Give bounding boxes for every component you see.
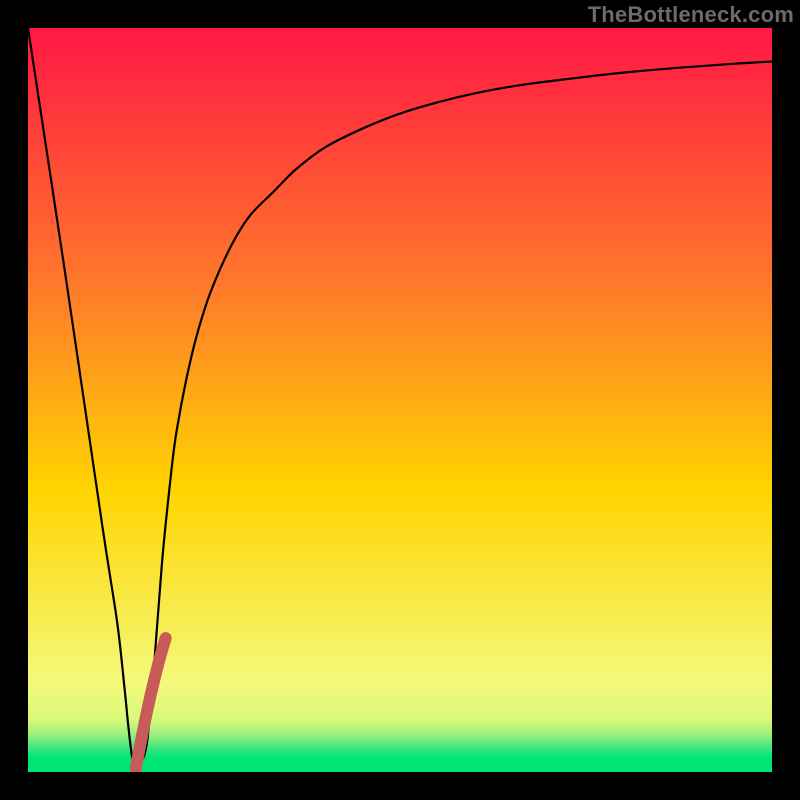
plot-area [28, 28, 772, 772]
chart-frame: TheBottleneck.com [0, 0, 800, 800]
watermark-text: TheBottleneck.com [588, 2, 794, 28]
chart-svg [28, 28, 772, 772]
gradient-background [28, 28, 772, 772]
